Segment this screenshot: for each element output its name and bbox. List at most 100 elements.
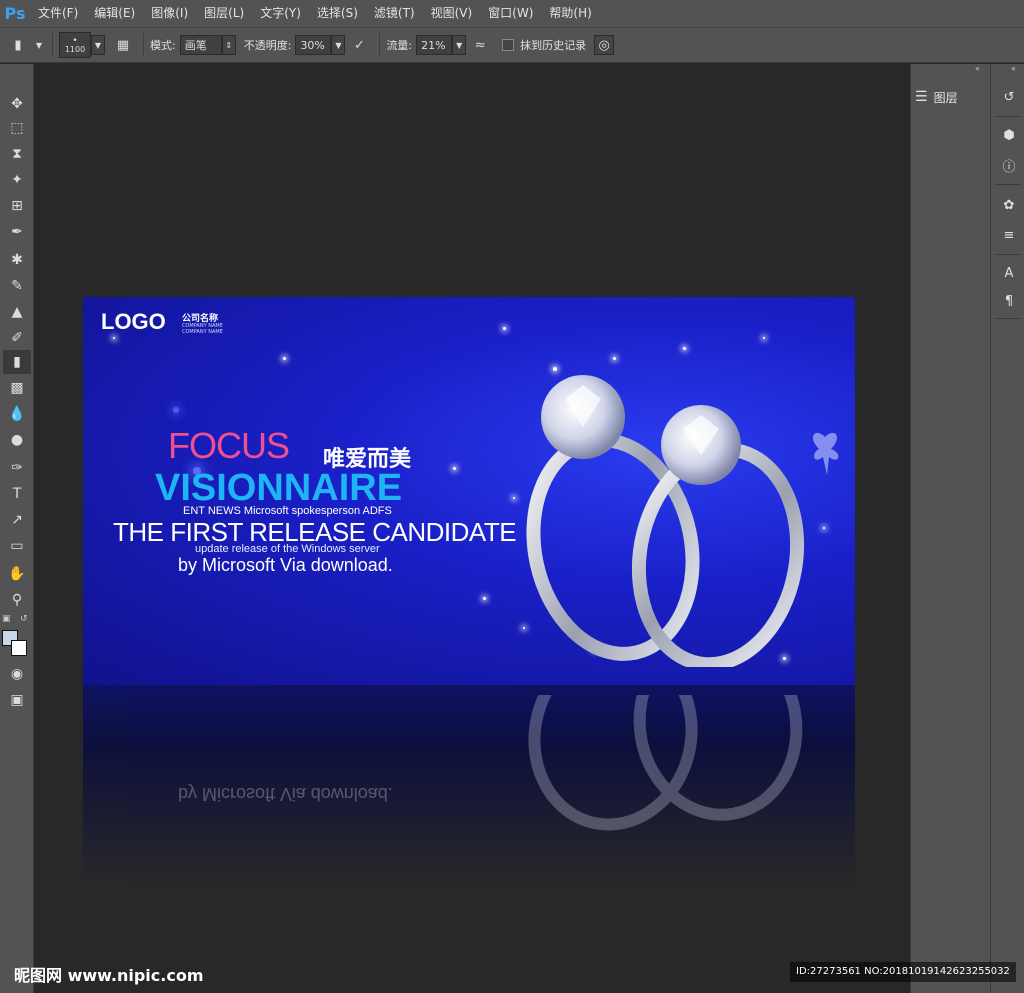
- banner-focus-text: FOCUS: [168, 425, 290, 466]
- bokeh-dot: [173, 407, 179, 413]
- menu-file[interactable]: 文件(F): [30, 0, 86, 27]
- panel-icon-column: « ↺ ⬢ ⓘ ✿ ≡ A ¶: [990, 64, 1024, 993]
- flow-input[interactable]: 21%: [416, 35, 453, 55]
- separator: [379, 33, 381, 57]
- sparkle: [113, 337, 115, 339]
- ps-logo: Ps: [4, 4, 26, 23]
- erase-history-label: 抹到历史记录: [520, 39, 587, 52]
- sparkle: [683, 347, 686, 350]
- dock-divider: [995, 318, 1021, 319]
- swap-colors-icon[interactable]: ↺: [20, 614, 28, 624]
- sparkle: [453, 467, 456, 470]
- menu-help[interactable]: 帮助(H): [541, 0, 599, 27]
- info-icon[interactable]: ⓘ: [1000, 156, 1018, 175]
- banner-company-en: COMPANY NAME: [182, 329, 223, 335]
- hand-tool-icon[interactable]: ✋: [3, 562, 31, 586]
- tablet-pressure-opacity-icon[interactable]: ✓: [349, 35, 369, 55]
- banner-logo: LOGO: [101, 309, 166, 334]
- erase-history-checkbox[interactable]: [502, 39, 515, 51]
- tablet-pressure-size-icon[interactable]: ◎: [594, 35, 615, 55]
- diamond-rings-image: [526, 375, 805, 667]
- menu-image[interactable]: 图像(I): [143, 0, 196, 27]
- dock-divider: [995, 254, 1021, 255]
- screen-mode-icon[interactable]: ▣: [3, 688, 31, 712]
- menu-window[interactable]: 窗口(W): [480, 0, 541, 27]
- preset-dropdown-arrow[interactable]: ▼: [32, 35, 46, 55]
- menu-edit[interactable]: 编辑(E): [86, 0, 143, 27]
- separator: [143, 33, 144, 57]
- banner-visionnaire-text: VISIONNAIRE: [155, 467, 403, 509]
- menu-filter[interactable]: 滤镜(T): [366, 0, 423, 27]
- brush-size-picker[interactable]: • 1100: [59, 32, 91, 58]
- shape-tool-icon[interactable]: ▭: [3, 534, 31, 558]
- menu-layer[interactable]: 图层(L): [196, 0, 252, 27]
- lasso-tool-icon[interactable]: ⧗: [3, 142, 31, 166]
- document-canvas[interactable]: LOGO 公司名称 COMPANY NAME COMPANY NAME FOCU…: [83, 297, 855, 685]
- gradient-tool-icon[interactable]: ▩: [3, 376, 31, 400]
- banner-by-microsoft-text: by Microsoft Via download.: [178, 555, 393, 575]
- history-brush-tool-icon[interactable]: ✐: [3, 326, 31, 350]
- path-select-tool-icon[interactable]: ↗: [3, 508, 31, 532]
- watermark-id: ID:27273561 NO:20181019142623255032: [790, 962, 1016, 982]
- stamp-tool-icon[interactable]: ▲: [3, 300, 31, 324]
- panel-column: « ☰ 图层: [910, 64, 988, 993]
- pen-tool-icon[interactable]: ✑: [3, 456, 31, 480]
- menu-select[interactable]: 选择(S): [309, 0, 366, 27]
- tools-panel: ✥ ⬚ ⧗ ✦ ⊞ ✒ ✱ ✎ ▲ ✐ ▮ ▩ 💧 ● ✑ T ↗ ▭ ✋ ⚲ …: [0, 64, 34, 993]
- mode-select-arrow[interactable]: ⇕: [221, 35, 236, 55]
- dock-divider: [995, 116, 1021, 117]
- magic-wand-tool-icon[interactable]: ✦: [3, 168, 31, 192]
- crop-tool-icon[interactable]: ⊞: [3, 194, 31, 218]
- dodge-tool-icon[interactable]: ●: [3, 428, 31, 452]
- sparkle: [283, 357, 286, 360]
- character-icon[interactable]: A: [1000, 264, 1018, 282]
- opacity-label: 不透明度:: [243, 39, 292, 52]
- banner-ent-news-text: ENT NEWS Microsoft spokesperson ADFS: [183, 505, 392, 517]
- options-bar: ▮ ▼ • 1100 ▼ ▦ 模式: 画笔 ⇕ 不透明度: 30% ▼ ✓ 流量…: [0, 27, 1024, 63]
- adjustments-icon[interactable]: ≡: [1000, 226, 1018, 244]
- history-icon[interactable]: ↺: [1000, 88, 1018, 106]
- brush-dot-icon: •: [72, 35, 78, 46]
- banner-update-text: update release of the Windows server: [195, 543, 380, 555]
- marquee-tool-icon[interactable]: ⬚: [3, 116, 31, 140]
- blur-tool-icon[interactable]: 💧: [3, 402, 31, 426]
- collapse-arrows-icon[interactable]: «: [1011, 64, 1016, 74]
- fairy-silhouette: [812, 432, 839, 475]
- flow-dropdown[interactable]: ▼: [452, 35, 467, 55]
- default-colors-icon[interactable]: ▣: [2, 614, 11, 624]
- zoom-tool-icon[interactable]: ⚲: [3, 588, 31, 612]
- type-tool-icon[interactable]: T: [3, 482, 31, 506]
- opacity-dropdown[interactable]: ▼: [331, 35, 346, 55]
- sparkle: [503, 327, 506, 330]
- menu-view[interactable]: 视图(V): [423, 0, 481, 27]
- watermark-site: 昵图网 www.nipic.com: [14, 966, 204, 985]
- healing-tool-icon[interactable]: ✱: [3, 248, 31, 272]
- layers-panel-tab[interactable]: ☰ 图层: [915, 86, 985, 108]
- brush-size-dropdown[interactable]: ▼: [91, 35, 105, 55]
- mode-label: 模式:: [150, 39, 176, 52]
- brush-tool-icon[interactable]: ✎: [3, 274, 31, 298]
- flow-label: 流量:: [386, 39, 413, 52]
- eraser-preset-icon[interactable]: ▮: [8, 35, 28, 55]
- 3d-icon[interactable]: ⬢: [1000, 126, 1018, 144]
- layers-icon: ☰: [915, 89, 928, 105]
- brush-size-value: 1100: [64, 44, 86, 54]
- menu-type[interactable]: 文字(Y): [252, 0, 309, 27]
- brush-panel-icon[interactable]: ▦: [113, 35, 133, 55]
- quick-mask-icon[interactable]: ◉: [3, 662, 31, 686]
- eyedropper-tool-icon[interactable]: ✒: [3, 220, 31, 244]
- opacity-input[interactable]: 30%: [295, 35, 332, 55]
- mode-select[interactable]: 画笔: [179, 35, 222, 55]
- photoshop-window: Ps 文件(F) 编辑(E) 图像(I) 图层(L) 文字(Y) 选择(S) 滤…: [0, 0, 1024, 993]
- canvas-workspace[interactable]: LOGO 公司名称 COMPANY NAME COMPANY NAME FOCU…: [35, 64, 910, 993]
- rings-reflection: [528, 695, 803, 831]
- airbrush-icon[interactable]: ≈: [470, 35, 490, 55]
- background-color-swatch[interactable]: [11, 640, 27, 656]
- collapse-arrows-icon[interactable]: «: [975, 64, 980, 74]
- eraser-tool-icon[interactable]: ▮: [3, 350, 31, 374]
- layers-tab-label: 图层: [933, 90, 958, 105]
- canvas-reflection: by Microsoft Via download.: [83, 685, 855, 885]
- move-tool-icon[interactable]: ✥: [3, 92, 31, 116]
- brush-presets-icon[interactable]: ✿: [1000, 196, 1018, 214]
- paragraph-icon[interactable]: ¶: [1000, 292, 1018, 310]
